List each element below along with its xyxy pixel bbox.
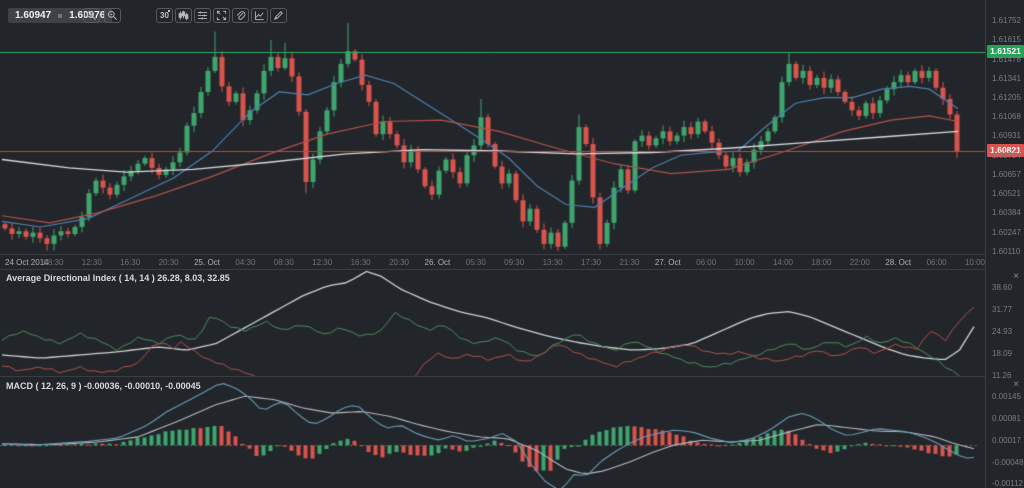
candlestick-icon: [178, 10, 189, 21]
macd-axis-tick: -0.00048: [992, 458, 1024, 467]
line-chart-icon: [254, 10, 265, 21]
chart-style-button[interactable]: [175, 8, 192, 23]
draw-button[interactable]: [270, 8, 287, 23]
time-axis-label: 25. Oct: [194, 258, 220, 267]
price-axis-tick: 1.61341: [992, 74, 1021, 83]
paperclip-icon: [235, 10, 246, 21]
time-axis-label: 10:00: [735, 258, 755, 267]
zoom-out-button[interactable]: [104, 8, 121, 23]
macd-panel-title: MACD ( 12, 26, 9 ) -0.00036, -0.00010, -…: [6, 381, 201, 391]
macd-close-button[interactable]: ×: [1010, 379, 1022, 391]
zoom-out-icon: [107, 10, 118, 21]
pencil-icon: [273, 10, 284, 21]
price-axis-tick: 1.61615: [992, 35, 1021, 44]
macd-axis-tick: -0.00112: [992, 479, 1023, 488]
time-axis-label: 16:30: [120, 258, 140, 267]
price-chart-canvas[interactable]: [0, 0, 985, 254]
macd-axis-tick: 0.00081: [992, 414, 1021, 423]
trading-chart-window: 1.60947 1.60976 30: [0, 0, 1024, 488]
macd-axis-tick: 0.00017: [992, 436, 1021, 445]
time-axis-label: 20:30: [389, 258, 409, 267]
macd-panel-canvas[interactable]: [0, 376, 985, 488]
price-axis-tick: 1.60247: [992, 228, 1021, 237]
time-axis-label: 28. Oct: [885, 258, 911, 267]
indicators-button[interactable]: [194, 8, 211, 23]
pane-divider: [0, 269, 985, 270]
price-axis[interactable]: 1.61521 1.60821 × × 1.617521.616151.6147…: [985, 0, 1024, 488]
price-axis-tick: 1.60521: [992, 189, 1021, 198]
price-axis-tick: 1.60657: [992, 170, 1021, 179]
interval-label: 30: [160, 11, 169, 20]
bid-price-button[interactable]: 1.60947: [15, 10, 51, 21]
time-axis-label: 09:30: [504, 258, 524, 267]
expand-icon: [216, 10, 227, 21]
zoom-toolbar: [83, 8, 121, 23]
time-axis-label: 13:30: [543, 258, 563, 267]
zoom-in-button[interactable]: [83, 8, 100, 23]
time-axis-label: 18:00: [811, 258, 831, 267]
pane-divider: [0, 376, 985, 377]
adx-axis-tick: 11.26: [992, 371, 1011, 380]
time-axis-label: 12:30: [82, 258, 102, 267]
adx-close-button[interactable]: ×: [1010, 271, 1022, 283]
chart-toolbar: 30: [156, 8, 287, 23]
interval-button[interactable]: 30: [156, 8, 173, 23]
time-axis-label: 08:30: [43, 258, 63, 267]
price-axis-tick: 1.61205: [992, 93, 1021, 102]
time-axis-label: 26. Oct: [424, 258, 450, 267]
zoom-in-icon: [86, 10, 97, 21]
price-axis-tick: 1.60794: [992, 151, 1021, 160]
price-axis-tick: 1.60110: [992, 247, 1020, 256]
price-axis-tick: 1.60931: [992, 131, 1021, 140]
adx-axis-tick: 18.09: [992, 349, 1012, 358]
interval-marker-icon: [168, 10, 170, 12]
price-axis-tick: 1.61478: [992, 55, 1021, 64]
time-axis[interactable]: 24 Oct 201408:3012:3016:3020:3025. Oct04…: [0, 254, 1024, 269]
time-axis-label: 12:30: [312, 258, 332, 267]
time-axis-label: 08:30: [274, 258, 294, 267]
time-axis-label: 21:30: [619, 258, 639, 267]
compare-button[interactable]: [251, 8, 268, 23]
time-axis-label: 14:00: [773, 258, 793, 267]
time-axis-label: 17:30: [581, 258, 601, 267]
time-axis-label: 22:00: [850, 258, 870, 267]
time-axis-label: 10:00: [965, 258, 985, 267]
adx-axis-tick: 24.93: [992, 327, 1012, 336]
time-axis-label: 06:00: [696, 258, 716, 267]
expand-button[interactable]: [213, 8, 230, 23]
adx-panel-canvas[interactable]: [0, 269, 985, 376]
time-axis-label: 06:00: [927, 258, 947, 267]
time-axis-label: 27. Oct: [655, 258, 681, 267]
time-axis-label: 05:30: [466, 258, 486, 267]
macd-axis-tick: 0.00145: [992, 392, 1021, 401]
price-axis-tick: 1.61068: [992, 112, 1021, 121]
attach-button[interactable]: [232, 8, 249, 23]
price-axis-tick: 1.61752: [992, 16, 1021, 25]
adx-axis-tick: 38.60: [992, 283, 1012, 292]
time-axis-label: 04:30: [235, 258, 255, 267]
spread-separator: [58, 14, 62, 18]
adx-axis-tick: 31.77: [992, 305, 1012, 314]
time-axis-label: 16:30: [351, 258, 371, 267]
indicators-icon: [197, 10, 208, 21]
adx-panel-title: Average Directional Index ( 14, 14 ) 26.…: [6, 273, 230, 283]
price-axis-tick: 1.60384: [992, 208, 1021, 217]
time-axis-label: 24 Oct 2014: [5, 258, 49, 267]
time-axis-label: 20:30: [159, 258, 179, 267]
